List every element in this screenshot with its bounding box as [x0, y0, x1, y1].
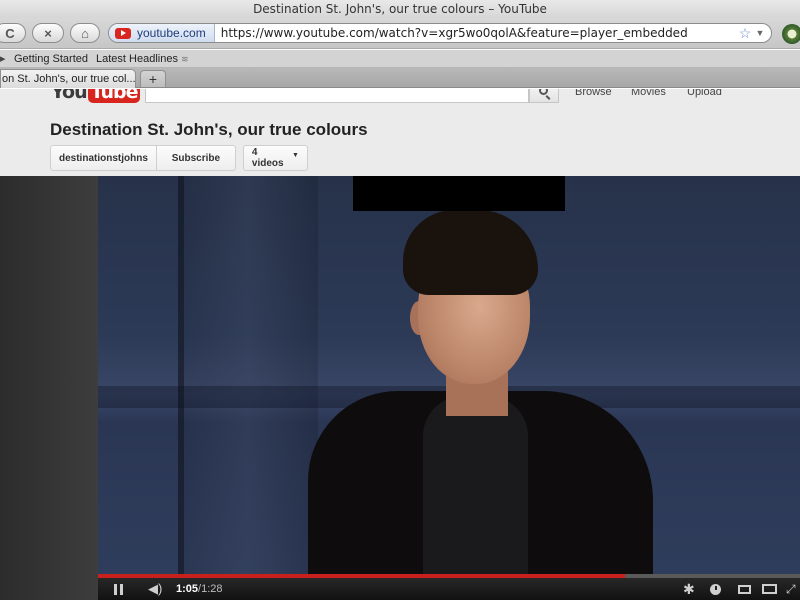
- current-time: 1:05: [176, 583, 199, 595]
- videos-count-label: 4 videos: [251, 147, 284, 169]
- bookmark-latest-headlines-label: Latest Headlines: [96, 53, 178, 65]
- clock-icon: [710, 583, 721, 595]
- search-button[interactable]: [529, 89, 559, 103]
- site-identity-label: youtube.com: [137, 26, 206, 40]
- large-player-icon: [762, 584, 777, 594]
- nav-browse[interactable]: Browse: [575, 89, 612, 98]
- video-subject-person: [288, 206, 653, 574]
- url-bar[interactable]: youtube.com https://www.youtube.com/watc…: [108, 23, 772, 43]
- search-icon: [538, 89, 548, 95]
- gear-icon[interactable]: ✱: [683, 578, 695, 600]
- site-identity-button[interactable]: youtube.com: [109, 24, 215, 42]
- stop-icon: ×: [44, 25, 52, 41]
- small-player-icon: [738, 584, 751, 594]
- bookmark-star-icon[interactable]: ☆: [737, 25, 753, 42]
- rss-icon: ≋: [180, 54, 189, 64]
- video-frame[interactable]: [98, 176, 800, 574]
- stop-button[interactable]: ×: [32, 23, 64, 43]
- tab-youtube-video[interactable]: on St. John's, our true col...: [0, 69, 136, 88]
- browser-toolbar: C × ⌂ youtube.com https://www.youtube.co…: [0, 18, 800, 49]
- search-input[interactable]: [145, 89, 529, 103]
- tab-strip: on St. John's, our true col... +: [0, 68, 800, 88]
- bookmark-getting-started[interactable]: Getting Started: [14, 50, 88, 68]
- videos-dropdown-button[interactable]: 4 videos ▼: [242, 145, 308, 171]
- redaction-block: [353, 176, 565, 211]
- bookmarks-overflow-icon[interactable]: ▸: [0, 50, 6, 68]
- channel-row: destinationstjohns Subscribe 4 videos ▼: [50, 145, 308, 171]
- background-pole: [178, 176, 184, 574]
- pause-icon-bar: [120, 583, 123, 595]
- new-tab-button[interactable]: +: [140, 70, 166, 87]
- home-button[interactable]: ⌂: [70, 23, 100, 43]
- logo-you: You: [51, 89, 88, 103]
- person-shirt: [423, 396, 528, 574]
- duration: 1:28: [201, 583, 223, 595]
- bookmark-latest-headlines[interactable]: Latest Headlines ≋: [96, 50, 189, 68]
- youtube-logo[interactable]: You Tube: [51, 89, 141, 103]
- pause-icon: [114, 583, 117, 595]
- player-controls: ◀) 1:05 / 1:28 ✱ ⤢: [98, 574, 800, 600]
- video-title: Destination St. John's, our true colours: [50, 120, 368, 139]
- subscribe-button[interactable]: Subscribe: [156, 145, 236, 171]
- nav-upload[interactable]: Upload: [687, 89, 722, 98]
- url-input[interactable]: https://www.youtube.com/watch?v=xgr5wo0q…: [215, 26, 737, 40]
- youtube-favicon-icon: [115, 27, 131, 39]
- chevron-down-icon: ▼: [291, 151, 299, 159]
- window-title: Destination St. John's, our true colours…: [0, 0, 800, 18]
- small-player-button[interactable]: [738, 578, 751, 600]
- player-side-area: [0, 176, 98, 600]
- time-display: 1:05 / 1:28: [176, 578, 223, 600]
- volume-icon[interactable]: ◀): [148, 578, 166, 600]
- channel-name-link[interactable]: destinationstjohns: [50, 145, 157, 171]
- nav-movies[interactable]: Movies: [631, 89, 666, 98]
- reload-icon: C: [5, 25, 15, 41]
- home-icon: ⌂: [81, 25, 89, 41]
- youtube-page: You Tube Browse Movies Upload Destinatio…: [0, 89, 800, 600]
- youtube-header: You Tube Browse Movies Upload: [0, 89, 800, 104]
- fullscreen-icon[interactable]: ⤢: [786, 578, 796, 600]
- reload-button[interactable]: C: [0, 23, 26, 43]
- extension-icon[interactable]: [782, 24, 800, 44]
- large-player-button[interactable]: [762, 578, 777, 600]
- logo-tube: Tube: [87, 89, 141, 103]
- video-player: ◀) 1:05 / 1:28 ✱ ⤢: [0, 176, 800, 600]
- url-history-dropdown-icon[interactable]: ▼: [753, 28, 767, 38]
- bookmarks-bar: ▸ Getting Started Latest Headlines ≋: [0, 50, 800, 68]
- person-hair: [403, 210, 538, 295]
- watch-later-button[interactable]: [710, 578, 721, 600]
- pause-button[interactable]: [114, 578, 128, 600]
